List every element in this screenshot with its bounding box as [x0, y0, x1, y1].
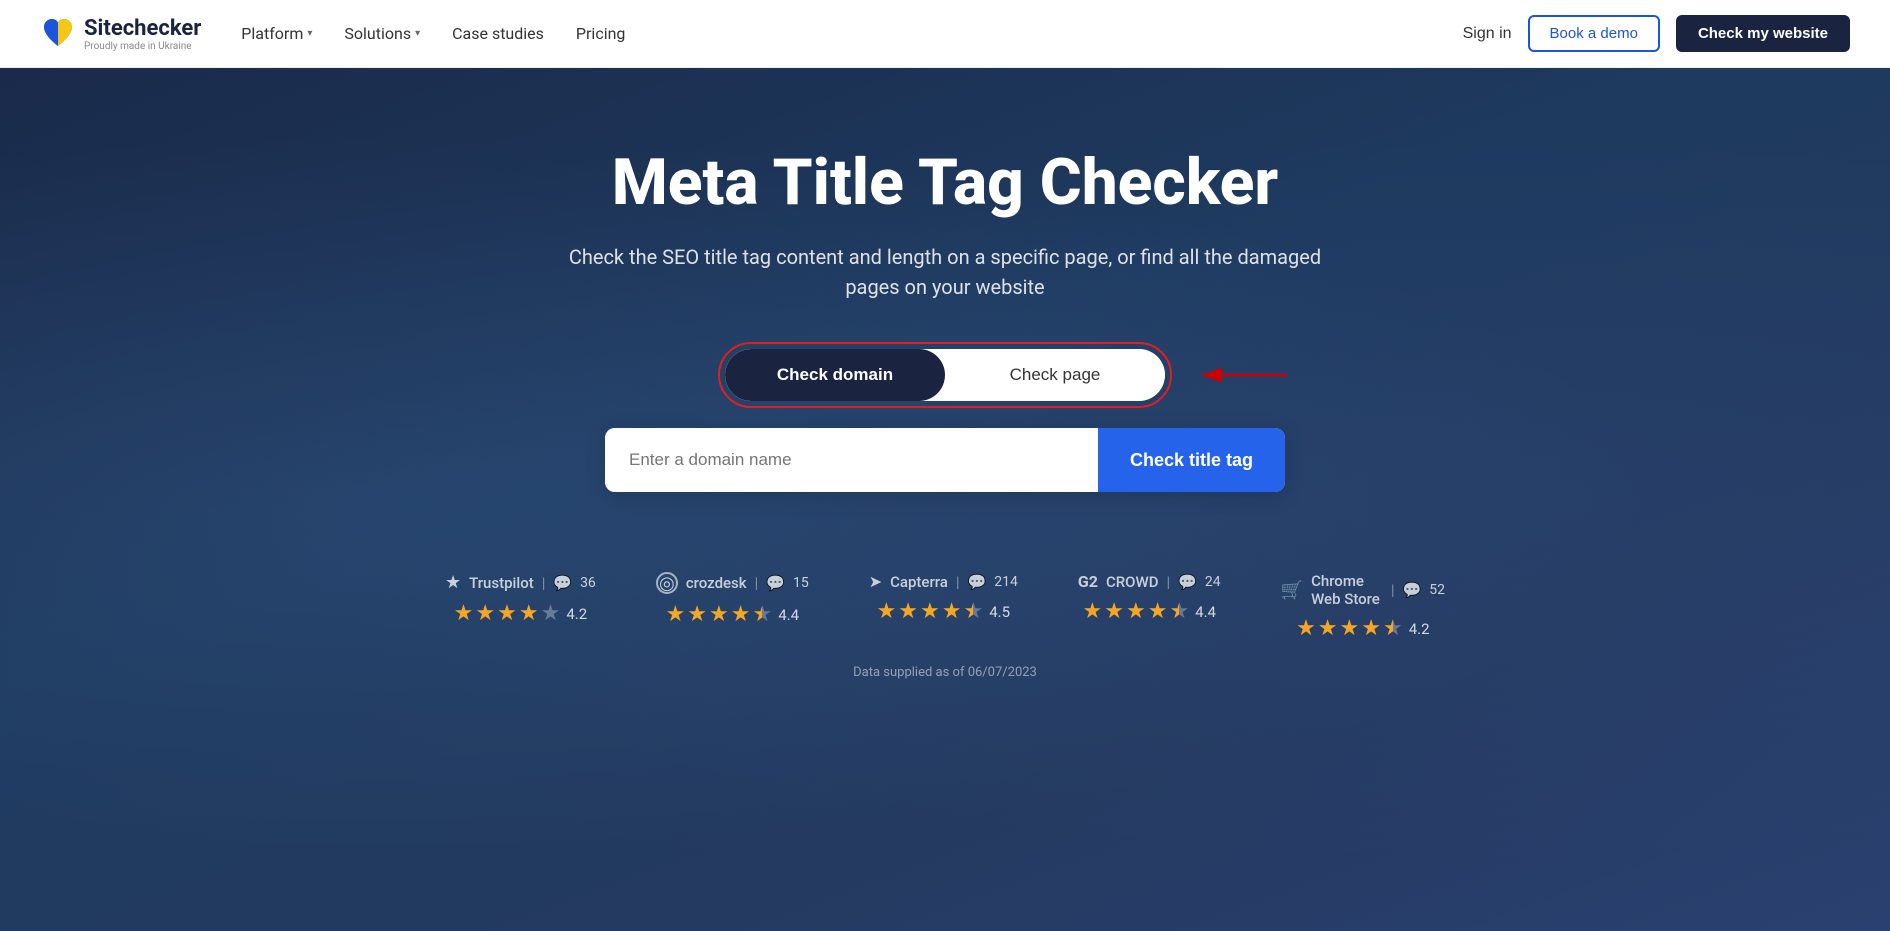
trustpilot-label: Trustpilot — [469, 574, 534, 592]
rating-chrome: 🛒 Chrome Web Store | 💬 52 ★ ★ ★ ★ ★ 4.2 — [1281, 572, 1445, 641]
rating-crowd: G2 CROWD | 💬 24 ★ ★ ★ ★ ★ 4.4 — [1078, 572, 1221, 624]
capterra-icon: ➤ — [869, 572, 882, 591]
crozdesk-count: 15 — [793, 575, 809, 591]
nav-solutions[interactable]: Solutions ▾ — [344, 24, 420, 43]
data-supplied-text: Data supplied as of 06/07/2023 — [853, 665, 1037, 680]
trustpilot-stars: ★ ★ ★ ★ ★ 4.2 — [454, 601, 588, 626]
toggle-wrapper: Check domain Check page — [718, 342, 1172, 408]
toggle-pill: Check domain Check page — [725, 349, 1165, 401]
nav-right: Sign in Book a demo Check my website — [1463, 15, 1850, 52]
nav-links: Platform ▾ Solutions ▾ Case studies Pric… — [241, 24, 1462, 43]
chrome-label: Chrome Web Store — [1311, 572, 1383, 608]
capterra-count: 214 — [994, 574, 1018, 590]
crowd-count: 24 — [1205, 574, 1221, 590]
nav-case-studies[interactable]: Case studies — [452, 24, 544, 43]
crowd-label: CROWD — [1106, 573, 1159, 591]
rating-crozdesk: ◎ crozdesk | 💬 15 ★ ★ ★ ★ ★ 4.4 — [656, 572, 809, 627]
crozdesk-icon: ◎ — [656, 572, 678, 594]
logo-title: Sitechecker — [84, 16, 201, 41]
message-icon: 💬 — [1403, 581, 1422, 599]
crowd-stars: ★ ★ ★ ★ ★ 4.4 — [1083, 599, 1217, 624]
logo[interactable]: Sitechecker Proudly made in Ukraine — [40, 16, 201, 52]
logo-icon — [40, 16, 76, 52]
logo-subtitle: Proudly made in Ukraine — [84, 41, 201, 52]
sign-in-button[interactable]: Sign in — [1463, 25, 1512, 43]
arrow-annotation — [1182, 355, 1292, 395]
domain-input[interactable] — [605, 428, 1098, 492]
chrome-icon: 🛒 — [1281, 580, 1303, 601]
nav-platform[interactable]: Platform ▾ — [241, 24, 312, 43]
rating-capterra: ➤ Capterra | 💬 214 ★ ★ ★ ★ ★ 4.5 — [869, 572, 1018, 624]
chrome-stars: ★ ★ ★ ★ ★ 4.2 — [1296, 616, 1430, 641]
chevron-down-icon: ▾ — [415, 28, 420, 39]
book-demo-button[interactable]: Book a demo — [1528, 15, 1660, 52]
chevron-down-icon: ▾ — [307, 28, 312, 39]
hero-title: Meta Title Tag Checker — [612, 148, 1279, 218]
message-icon: 💬 — [1178, 573, 1197, 591]
capterra-stars: ★ ★ ★ ★ ★ 4.5 — [877, 599, 1011, 624]
chrome-count: 52 — [1429, 582, 1445, 598]
check-page-toggle[interactable]: Check page — [945, 349, 1165, 401]
message-icon: 💬 — [766, 574, 785, 592]
check-domain-toggle[interactable]: Check domain — [725, 349, 945, 401]
message-icon: 💬 — [553, 574, 572, 592]
ratings-row: ★ Trustpilot | 💬 36 ★ ★ ★ ★ ★ 4.2 — [445, 572, 1445, 641]
navbar: Sitechecker Proudly made in Ukraine Plat… — [0, 0, 1890, 68]
hero-content: Meta Title Tag Checker Check the SEO tit… — [445, 148, 1445, 680]
input-row: Check title tag — [605, 428, 1285, 492]
crozdesk-stars: ★ ★ ★ ★ ★ 4.4 — [666, 602, 800, 627]
crowd-icon: G2 — [1078, 572, 1098, 591]
rating-trustpilot: ★ Trustpilot | 💬 36 ★ ★ ★ ★ ★ 4.2 — [445, 572, 596, 626]
check-my-website-button[interactable]: Check my website — [1676, 15, 1850, 52]
toggle-red-border: Check domain Check page — [718, 342, 1172, 408]
nav-pricing[interactable]: Pricing — [576, 24, 626, 43]
check-title-tag-button[interactable]: Check title tag — [1098, 428, 1285, 492]
hero-section: Meta Title Tag Checker Check the SEO tit… — [0, 68, 1890, 931]
trustpilot-icon: ★ — [445, 572, 461, 593]
hero-subtitle: Check the SEO title tag content and leng… — [555, 242, 1335, 302]
trustpilot-count: 36 — [580, 575, 596, 591]
message-icon: 💬 — [968, 573, 987, 591]
capterra-label: Capterra — [890, 573, 948, 591]
crozdesk-label: crozdesk — [686, 574, 747, 592]
arrow-icon — [1182, 355, 1292, 395]
